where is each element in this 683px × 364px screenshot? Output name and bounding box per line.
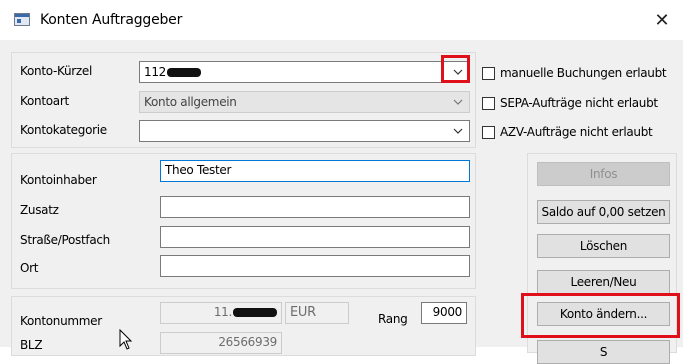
- blz-input: 26566939: [160, 332, 282, 354]
- ort-label: Ort: [20, 261, 39, 275]
- chevron-down-icon[interactable]: [451, 123, 465, 139]
- konto-kuerzel-combo[interactable]: 112: [139, 61, 470, 83]
- saldo-zuruecksetzen-button[interactable]: Saldo auf 0,00 setzen: [537, 200, 670, 224]
- rang-label: Rang: [378, 312, 408, 326]
- azv-checkbox-row[interactable]: AZV-Aufträge nicht erlaubt: [482, 125, 677, 141]
- rang-input[interactable]: 9000: [421, 302, 467, 324]
- konto-kuerzel-label: Konto-Kürzel: [20, 64, 93, 78]
- redacted-scribble: [167, 68, 202, 77]
- kontoart-label: Kontoart: [20, 94, 69, 108]
- loeschen-button[interactable]: Löschen: [537, 234, 670, 258]
- manuelle-buchungen-checkbox-row[interactable]: manuelle Buchungen erlaubt: [482, 66, 677, 82]
- dialog-body: Konto-Kürzel 112 Kontoart Konto allgemei…: [0, 40, 683, 364]
- manuelle-buchungen-checkbox[interactable]: [482, 67, 495, 80]
- manuelle-buchungen-label: manuelle Buchungen erlaubt: [500, 66, 667, 80]
- strasse-input[interactable]: [160, 226, 470, 248]
- kontoart-value: Konto allgemein: [144, 95, 237, 109]
- kontonummer-value: 11.: [213, 305, 232, 319]
- azv-checkbox[interactable]: [482, 126, 495, 139]
- dropdown-highlight-box: [441, 55, 470, 83]
- konto-aendern-highlight-box: [521, 293, 680, 338]
- title-bar: Konten Auftraggeber ✕: [0, 0, 683, 40]
- kontonummer-label: Kontonummer: [20, 314, 102, 328]
- redacted-scribble: [233, 308, 277, 317]
- sepa-label: SEPA-Aufträge nicht erlaubt: [500, 96, 658, 110]
- azv-label: AZV-Aufträge nicht erlaubt: [500, 125, 653, 139]
- leeren-neu-button[interactable]: Leeren/Neu: [537, 270, 670, 294]
- infos-button: Infos: [537, 162, 670, 186]
- zusatz-input[interactable]: [160, 196, 470, 218]
- close-button[interactable]: ✕: [652, 10, 672, 30]
- window-icon: [14, 13, 30, 26]
- kontoinhaber-input[interactable]: Theo Tester: [160, 160, 470, 182]
- strasse-label: Straße/Postfach: [20, 233, 110, 247]
- zusatz-label: Zusatz: [20, 203, 59, 217]
- sepa-checkbox-row[interactable]: SEPA-Aufträge nicht erlaubt: [482, 96, 677, 112]
- kontoinhaber-label: Kontoinhaber: [20, 173, 97, 187]
- kontonummer-input: 11.: [160, 302, 282, 324]
- kontoart-combo: Konto allgemein: [139, 91, 470, 113]
- kontokategorie-combo[interactable]: [139, 120, 470, 142]
- mouse-cursor-icon: [119, 329, 133, 350]
- currency-field: EUR: [285, 302, 349, 324]
- konto-kuerzel-value: 112: [144, 65, 167, 79]
- ort-input[interactable]: [160, 255, 470, 277]
- sepa-checkbox[interactable]: [482, 97, 495, 110]
- kontokategorie-label: Kontokategorie: [20, 123, 107, 137]
- blz-label: BLZ: [20, 338, 43, 352]
- window-title: Konten Auftraggeber: [40, 12, 183, 28]
- speichern-button[interactable]: S: [537, 340, 670, 364]
- chevron-down-icon: [453, 99, 463, 105]
